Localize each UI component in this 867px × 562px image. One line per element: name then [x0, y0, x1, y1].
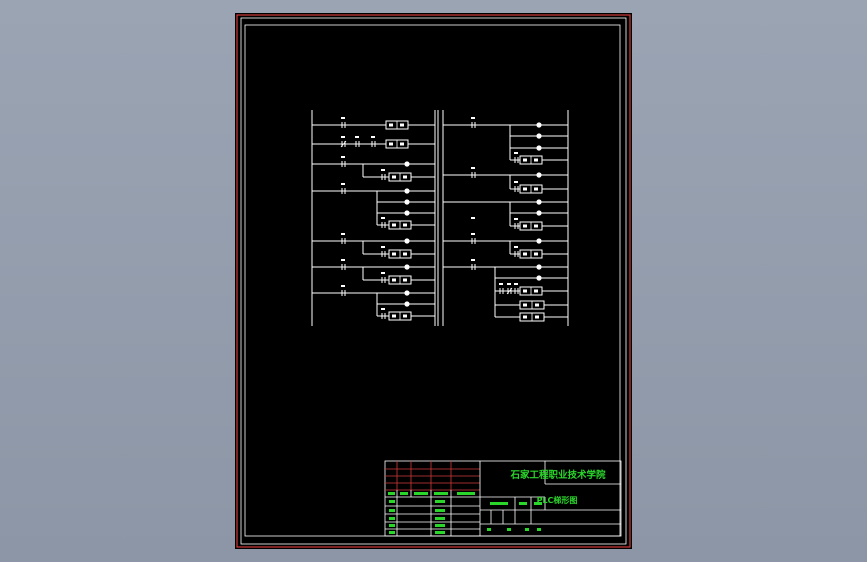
contact-label-mark: [371, 136, 375, 138]
instruction-box-mark: [523, 224, 527, 228]
contact-label-mark: [471, 217, 475, 219]
coil: [536, 172, 542, 178]
contact-label-mark: [471, 233, 475, 235]
contact-label-mark: [507, 283, 511, 285]
instruction-box-mark: [400, 142, 404, 146]
coil: [536, 199, 542, 205]
instruction-box-mark: [534, 252, 538, 256]
instruction-box-mark: [389, 142, 393, 146]
contact-label-mark: [341, 285, 345, 287]
contact-label-mark: [341, 136, 345, 138]
instruction-box-mark: [392, 175, 396, 179]
contact-label-mark: [341, 156, 345, 158]
instruction-box-mark: [523, 315, 527, 319]
coil: [404, 238, 410, 244]
contact-label-mark: [341, 117, 345, 119]
coil: [404, 188, 410, 194]
instruction-box-mark: [403, 252, 407, 256]
title-block: 石家工程职业技术学院 PLC梯形图: [384, 460, 622, 537]
instruction-box-mark: [392, 278, 396, 282]
instruction-box-mark: [392, 223, 396, 227]
instruction-box-mark: [523, 289, 527, 293]
contact-label-mark: [471, 167, 475, 169]
instruction-box-mark: [400, 123, 404, 127]
contact-label-mark: [341, 259, 345, 261]
coil: [536, 275, 542, 281]
coil: [404, 264, 410, 270]
coil: [536, 122, 542, 128]
contact-label-mark: [514, 246, 518, 248]
contact-label-mark: [514, 218, 518, 220]
contact-label-mark: [381, 169, 385, 171]
contact-label-mark: [381, 272, 385, 274]
coil: [536, 133, 542, 139]
instruction-box-mark: [403, 223, 407, 227]
coil: [536, 145, 542, 151]
instruction-box-mark: [523, 303, 527, 307]
instruction-box-mark: [403, 175, 407, 179]
instruction-box-mark: [534, 187, 538, 191]
contact-label-mark: [381, 308, 385, 310]
instruction-box-mark: [392, 314, 396, 318]
contact-label-mark: [381, 246, 385, 248]
coil: [536, 238, 542, 244]
instruction-box-mark: [523, 158, 527, 162]
contact-label-mark: [514, 152, 518, 154]
coil: [536, 210, 542, 216]
ladder-diagram-right: [442, 110, 569, 326]
instruction-box-mark: [523, 187, 527, 191]
contact-label-mark: [514, 283, 518, 285]
coil: [536, 264, 542, 270]
contact-label-mark: [341, 183, 345, 185]
instruction-box-mark: [535, 315, 539, 319]
drawing-title: PLC梯形图: [537, 495, 578, 505]
instruction-box-mark: [392, 252, 396, 256]
coil: [404, 290, 410, 296]
school-name: 石家工程职业技术学院: [509, 469, 606, 481]
instruction-box-mark: [403, 314, 407, 318]
outer-border: [236, 14, 631, 548]
ladder-diagram-left: [311, 110, 439, 326]
instruction-box-mark: [534, 224, 538, 228]
contact-label-mark: [381, 217, 385, 219]
coil: [404, 161, 410, 167]
instruction-box-mark: [534, 158, 538, 162]
revision-grid: [385, 461, 480, 491]
contact-label-mark: [341, 233, 345, 235]
contact-label-mark: [355, 136, 359, 138]
contact-label-mark: [471, 259, 475, 261]
instruction-box-mark: [534, 289, 538, 293]
drawing-canvas: 石家工程职业技术学院 PLC梯形图: [236, 14, 631, 548]
coil: [404, 301, 410, 307]
contact-label-mark: [499, 283, 503, 285]
drawing-sheet: 石家工程职业技术学院 PLC梯形图: [235, 13, 632, 549]
coil: [404, 210, 410, 216]
instruction-box-mark: [523, 252, 527, 256]
instruction-box-mark: [389, 123, 393, 127]
title-block-cell-marks: [388, 492, 542, 534]
coil: [404, 199, 410, 205]
instruction-box-mark: [535, 303, 539, 307]
instruction-box-mark: [403, 278, 407, 282]
contact-label-mark: [514, 181, 518, 183]
contact-label-mark: [471, 117, 475, 119]
